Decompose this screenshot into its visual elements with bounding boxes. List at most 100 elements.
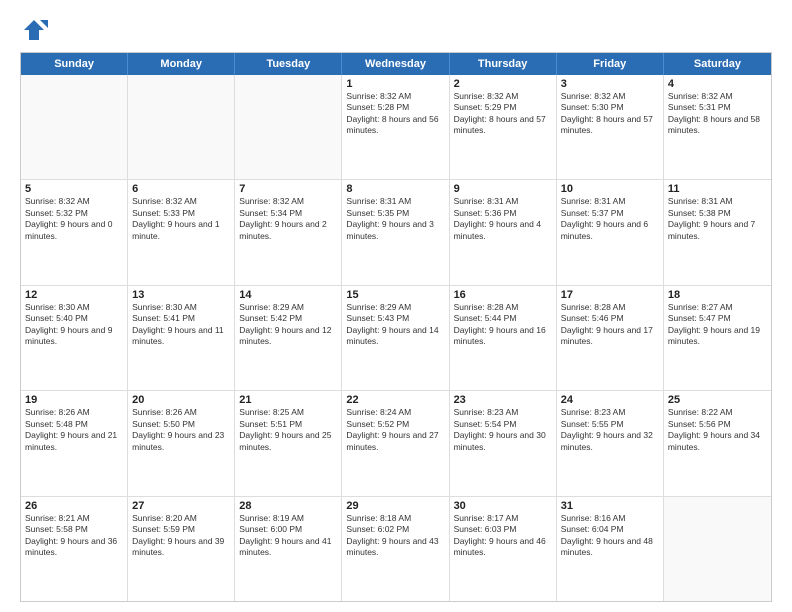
cell-info: Sunrise: 8:30 AMSunset: 5:40 PMDaylight:…: [25, 302, 123, 348]
calendar-cell-4-3: 29Sunrise: 8:18 AMSunset: 6:02 PMDayligh…: [342, 497, 449, 601]
logo: [20, 16, 52, 44]
cell-info: Sunrise: 8:18 AMSunset: 6:02 PMDaylight:…: [346, 513, 444, 559]
calendar-cell-0-2: [235, 75, 342, 179]
day-number: 14: [239, 289, 337, 301]
calendar-cell-2-6: 18Sunrise: 8:27 AMSunset: 5:47 PMDayligh…: [664, 286, 771, 390]
calendar-cell-4-5: 31Sunrise: 8:16 AMSunset: 6:04 PMDayligh…: [557, 497, 664, 601]
cell-info: Sunrise: 8:27 AMSunset: 5:47 PMDaylight:…: [668, 302, 767, 348]
day-number: 20: [132, 394, 230, 406]
day-number: 8: [346, 183, 444, 195]
cell-info: Sunrise: 8:28 AMSunset: 5:44 PMDaylight:…: [454, 302, 552, 348]
calendar-cell-4-6: [664, 497, 771, 601]
cell-info: Sunrise: 8:31 AMSunset: 5:36 PMDaylight:…: [454, 196, 552, 242]
header: [20, 16, 772, 44]
calendar-cell-1-3: 8Sunrise: 8:31 AMSunset: 5:35 PMDaylight…: [342, 180, 449, 284]
calendar-cell-4-2: 28Sunrise: 8:19 AMSunset: 6:00 PMDayligh…: [235, 497, 342, 601]
cell-info: Sunrise: 8:21 AMSunset: 5:58 PMDaylight:…: [25, 513, 123, 559]
calendar-body: 1Sunrise: 8:32 AMSunset: 5:28 PMDaylight…: [21, 75, 771, 601]
calendar-cell-3-5: 24Sunrise: 8:23 AMSunset: 5:55 PMDayligh…: [557, 391, 664, 495]
day-number: 27: [132, 500, 230, 512]
cell-info: Sunrise: 8:29 AMSunset: 5:42 PMDaylight:…: [239, 302, 337, 348]
calendar-row-1: 5Sunrise: 8:32 AMSunset: 5:32 PMDaylight…: [21, 180, 771, 285]
cell-info: Sunrise: 8:32 AMSunset: 5:29 PMDaylight:…: [454, 91, 552, 137]
cell-info: Sunrise: 8:19 AMSunset: 6:00 PMDaylight:…: [239, 513, 337, 559]
day-number: 29: [346, 500, 444, 512]
day-number: 30: [454, 500, 552, 512]
calendar-cell-3-0: 19Sunrise: 8:26 AMSunset: 5:48 PMDayligh…: [21, 391, 128, 495]
calendar-cell-1-1: 6Sunrise: 8:32 AMSunset: 5:33 PMDaylight…: [128, 180, 235, 284]
header-day-friday: Friday: [557, 53, 664, 75]
calendar-cell-4-0: 26Sunrise: 8:21 AMSunset: 5:58 PMDayligh…: [21, 497, 128, 601]
calendar-row-4: 26Sunrise: 8:21 AMSunset: 5:58 PMDayligh…: [21, 497, 771, 601]
calendar: SundayMondayTuesdayWednesdayThursdayFrid…: [20, 52, 772, 602]
cell-info: Sunrise: 8:28 AMSunset: 5:46 PMDaylight:…: [561, 302, 659, 348]
cell-info: Sunrise: 8:31 AMSunset: 5:38 PMDaylight:…: [668, 196, 767, 242]
day-number: 15: [346, 289, 444, 301]
cell-info: Sunrise: 8:31 AMSunset: 5:37 PMDaylight:…: [561, 196, 659, 242]
cell-info: Sunrise: 8:23 AMSunset: 5:54 PMDaylight:…: [454, 407, 552, 453]
calendar-cell-2-4: 16Sunrise: 8:28 AMSunset: 5:44 PMDayligh…: [450, 286, 557, 390]
day-number: 16: [454, 289, 552, 301]
cell-info: Sunrise: 8:24 AMSunset: 5:52 PMDaylight:…: [346, 407, 444, 453]
day-number: 28: [239, 500, 337, 512]
day-number: 24: [561, 394, 659, 406]
calendar-cell-3-1: 20Sunrise: 8:26 AMSunset: 5:50 PMDayligh…: [128, 391, 235, 495]
day-number: 19: [25, 394, 123, 406]
cell-info: Sunrise: 8:16 AMSunset: 6:04 PMDaylight:…: [561, 513, 659, 559]
day-number: 2: [454, 78, 552, 90]
calendar-header: SundayMondayTuesdayWednesdayThursdayFrid…: [21, 53, 771, 75]
calendar-row-0: 1Sunrise: 8:32 AMSunset: 5:28 PMDaylight…: [21, 75, 771, 180]
cell-info: Sunrise: 8:32 AMSunset: 5:30 PMDaylight:…: [561, 91, 659, 137]
day-number: 21: [239, 394, 337, 406]
calendar-cell-1-5: 10Sunrise: 8:31 AMSunset: 5:37 PMDayligh…: [557, 180, 664, 284]
calendar-cell-2-3: 15Sunrise: 8:29 AMSunset: 5:43 PMDayligh…: [342, 286, 449, 390]
calendar-cell-1-0: 5Sunrise: 8:32 AMSunset: 5:32 PMDaylight…: [21, 180, 128, 284]
header-day-monday: Monday: [128, 53, 235, 75]
day-number: 17: [561, 289, 659, 301]
calendar-row-2: 12Sunrise: 8:30 AMSunset: 5:40 PMDayligh…: [21, 286, 771, 391]
cell-info: Sunrise: 8:32 AMSunset: 5:28 PMDaylight:…: [346, 91, 444, 137]
calendar-cell-1-2: 7Sunrise: 8:32 AMSunset: 5:34 PMDaylight…: [235, 180, 342, 284]
cell-info: Sunrise: 8:32 AMSunset: 5:31 PMDaylight:…: [668, 91, 767, 137]
calendar-cell-1-4: 9Sunrise: 8:31 AMSunset: 5:36 PMDaylight…: [450, 180, 557, 284]
calendar-cell-2-2: 14Sunrise: 8:29 AMSunset: 5:42 PMDayligh…: [235, 286, 342, 390]
calendar-cell-0-0: [21, 75, 128, 179]
header-day-thursday: Thursday: [450, 53, 557, 75]
day-number: 3: [561, 78, 659, 90]
day-number: 6: [132, 183, 230, 195]
day-number: 31: [561, 500, 659, 512]
calendar-cell-2-1: 13Sunrise: 8:30 AMSunset: 5:41 PMDayligh…: [128, 286, 235, 390]
day-number: 7: [239, 183, 337, 195]
page: SundayMondayTuesdayWednesdayThursdayFrid…: [0, 0, 792, 612]
calendar-cell-0-1: [128, 75, 235, 179]
day-number: 22: [346, 394, 444, 406]
cell-info: Sunrise: 8:26 AMSunset: 5:48 PMDaylight:…: [25, 407, 123, 453]
logo-icon: [20, 16, 48, 44]
header-day-tuesday: Tuesday: [235, 53, 342, 75]
calendar-cell-0-5: 3Sunrise: 8:32 AMSunset: 5:30 PMDaylight…: [557, 75, 664, 179]
day-number: 4: [668, 78, 767, 90]
calendar-cell-4-1: 27Sunrise: 8:20 AMSunset: 5:59 PMDayligh…: [128, 497, 235, 601]
calendar-cell-3-2: 21Sunrise: 8:25 AMSunset: 5:51 PMDayligh…: [235, 391, 342, 495]
cell-info: Sunrise: 8:32 AMSunset: 5:32 PMDaylight:…: [25, 196, 123, 242]
cell-info: Sunrise: 8:26 AMSunset: 5:50 PMDaylight:…: [132, 407, 230, 453]
calendar-cell-3-6: 25Sunrise: 8:22 AMSunset: 5:56 PMDayligh…: [664, 391, 771, 495]
calendar-cell-1-6: 11Sunrise: 8:31 AMSunset: 5:38 PMDayligh…: [664, 180, 771, 284]
header-day-sunday: Sunday: [21, 53, 128, 75]
calendar-cell-3-4: 23Sunrise: 8:23 AMSunset: 5:54 PMDayligh…: [450, 391, 557, 495]
calendar-cell-3-3: 22Sunrise: 8:24 AMSunset: 5:52 PMDayligh…: [342, 391, 449, 495]
calendar-cell-4-4: 30Sunrise: 8:17 AMSunset: 6:03 PMDayligh…: [450, 497, 557, 601]
cell-info: Sunrise: 8:29 AMSunset: 5:43 PMDaylight:…: [346, 302, 444, 348]
header-day-saturday: Saturday: [664, 53, 771, 75]
day-number: 25: [668, 394, 767, 406]
cell-info: Sunrise: 8:31 AMSunset: 5:35 PMDaylight:…: [346, 196, 444, 242]
day-number: 12: [25, 289, 123, 301]
day-number: 23: [454, 394, 552, 406]
day-number: 1: [346, 78, 444, 90]
cell-info: Sunrise: 8:25 AMSunset: 5:51 PMDaylight:…: [239, 407, 337, 453]
cell-info: Sunrise: 8:30 AMSunset: 5:41 PMDaylight:…: [132, 302, 230, 348]
day-number: 9: [454, 183, 552, 195]
cell-info: Sunrise: 8:22 AMSunset: 5:56 PMDaylight:…: [668, 407, 767, 453]
day-number: 10: [561, 183, 659, 195]
calendar-cell-2-0: 12Sunrise: 8:30 AMSunset: 5:40 PMDayligh…: [21, 286, 128, 390]
